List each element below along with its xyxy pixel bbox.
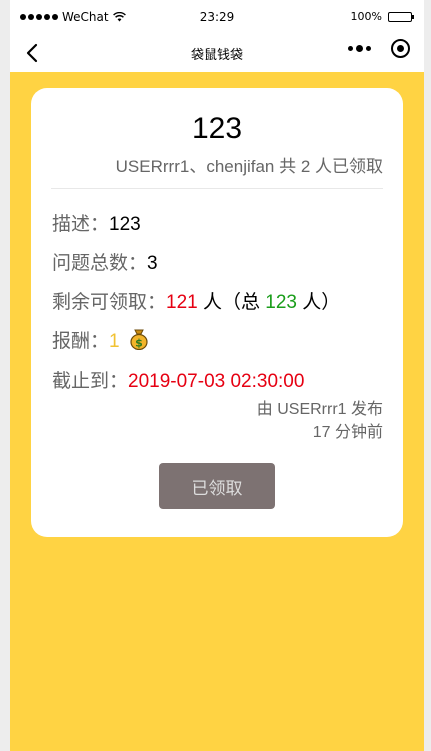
description-row: 描述：123 bbox=[52, 209, 141, 236]
battery-icon bbox=[388, 11, 414, 22]
reward-row: 报酬：1 $ bbox=[52, 326, 149, 353]
nav-bar: 袋鼠钱袋 bbox=[10, 34, 424, 72]
remaining-row: 剩余可领取：121 人（总 123 人） bbox=[52, 287, 340, 314]
questions-value: 3 bbox=[147, 253, 158, 274]
close-mini-program-icon[interactable] bbox=[391, 39, 410, 58]
divider bbox=[51, 188, 383, 189]
receivers-summary: USERrrr1、chenjifan 共 2 人已领取 bbox=[115, 157, 383, 176]
description-label: 描述： bbox=[52, 214, 110, 235]
claimed-button[interactable]: 已领取 bbox=[159, 463, 275, 509]
deadline-value: 2019-07-03 02:30:00 bbox=[128, 371, 305, 392]
phone-screen: WeChat 23:29 100% 袋鼠钱袋 123 USERrrr1、chen… bbox=[10, 0, 424, 751]
mini-program-capsule bbox=[348, 39, 410, 58]
battery-status: 100% bbox=[350, 10, 414, 23]
task-title: 123 bbox=[191, 112, 243, 145]
remaining-unit: 人 bbox=[197, 292, 222, 313]
remaining-value: 121 bbox=[166, 292, 198, 313]
deadline-row: 截止到：2019-07-03 02:30:00 bbox=[52, 366, 304, 393]
battery-percent: 100% bbox=[350, 10, 382, 23]
money-bag-icon: $ bbox=[130, 329, 148, 350]
description-value: 123 bbox=[109, 214, 141, 235]
deadline-label: 截止到： bbox=[52, 371, 129, 392]
questions-row: 问题总数：3 bbox=[52, 248, 158, 275]
remaining-label: 剩余可领取： bbox=[52, 292, 167, 313]
total-value: 123 bbox=[265, 292, 297, 313]
more-icon[interactable] bbox=[348, 45, 371, 52]
total-open: （总 bbox=[222, 292, 266, 313]
total-close: 人） bbox=[296, 292, 341, 313]
publisher-name: 由 USERrrr1 发布 bbox=[256, 401, 383, 418]
status-bar: WeChat 23:29 100% bbox=[10, 0, 424, 34]
task-card: 123 USERrrr1、chenjifan 共 2 人已领取 描述：123 问… bbox=[31, 88, 403, 537]
svg-text:$: $ bbox=[135, 337, 143, 350]
reward-value: 1 bbox=[109, 331, 120, 352]
reward-label: 报酬： bbox=[52, 331, 110, 352]
published-time: 17 分钟前 bbox=[312, 424, 383, 441]
publisher-info: 由 USERrrr1 发布 17 分钟前 bbox=[257, 398, 383, 444]
questions-label: 问题总数： bbox=[52, 253, 148, 274]
